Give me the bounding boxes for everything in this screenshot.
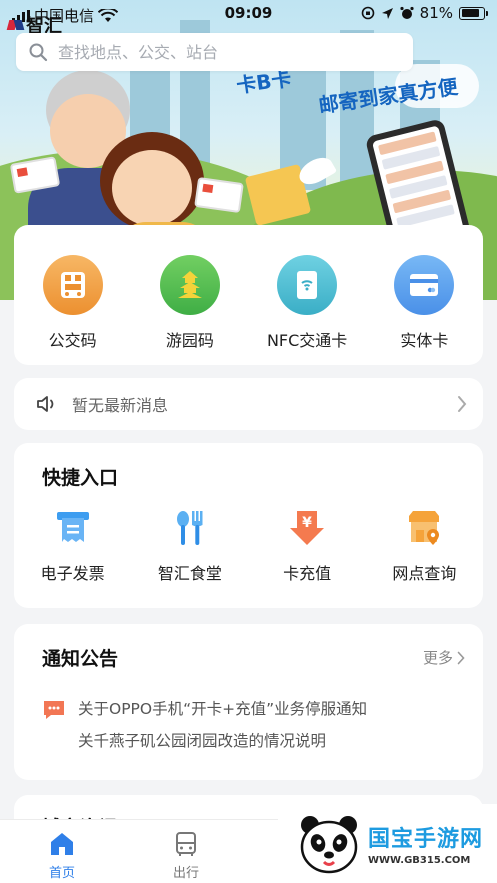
girl-face-illustration [112,150,192,226]
battery-percent: 81% [419,4,453,22]
service-park-code[interactable]: 游园码 [135,255,245,365]
watermark-url: WWW.GB315.COM [368,855,471,866]
service-label: 游园码 [165,331,214,350]
home-icon [51,833,73,855]
status-right: 81% [361,4,488,22]
card-illustration [194,176,244,214]
quick-invoice[interactable]: 电子发票 [18,506,128,584]
tab-travel[interactable]: 出行 [156,830,216,881]
store-location-icon [402,506,446,550]
notice-item[interactable]: 关千燕子矶公园闭园改造的情况说明 [78,725,465,757]
section-title: 通知公告 [42,648,119,670]
quick-entry-card: 快捷入口 电子发票 智汇食堂 ¥ 卡充值 网点查询 [14,443,483,608]
tab-label: 出行 [172,866,199,881]
status-bar: 中国电信 09:09 81% [0,0,497,30]
search-icon [29,43,48,62]
spoon-fork-icon [168,506,212,550]
service-label: 实体卡 [400,331,449,350]
search-input[interactable] [58,42,388,62]
service-label: NFC交通卡 [266,331,348,350]
bus-icon [176,832,196,856]
tab-home[interactable]: 首页 [32,830,92,881]
service-nfc-card[interactable]: NFC交通卡 [252,255,362,365]
logo-mark-icon [8,18,24,32]
service-physical-card[interactable]: 实体卡 [369,255,479,365]
section-title: 快捷入口 [42,467,119,489]
watermark-title: 国宝手游网 [368,827,484,852]
service-bus-code[interactable]: 公交码 [18,255,128,365]
svg-text:¥: ¥ [302,515,312,531]
speaker-icon [37,396,54,412]
quick-label: 网点查询 [392,564,457,583]
bus-qr-icon [42,255,103,315]
message-icon [44,701,64,719]
search-bar[interactable] [16,33,413,71]
location-arrow-icon [381,7,393,19]
panda-logo-icon [300,815,358,873]
receipt-icon [51,506,95,550]
recharge-icon: ¥ [285,506,329,550]
more-label: 更多 [422,649,453,667]
battery-icon [459,6,488,20]
quick-label: 卡充值 [283,564,332,583]
chevron-right-icon [458,396,467,412]
notice-card: 通知公告 更多 关于OPPO手机“开卡+充值”业务停服通知 关千燕子矶公园闭园改… [14,624,483,780]
alarm-icon [400,6,414,19]
quick-label: 智汇食堂 [157,564,222,583]
tab-label: 首页 [48,866,75,881]
news-ticker[interactable]: 暂无最新消息 [14,378,483,430]
more-link[interactable]: 更多 [423,647,465,668]
chevron-right-icon [457,651,465,664]
notice-item[interactable]: 关于OPPO手机“开卡+充值”业务停服通知 [78,693,465,725]
card-icon [394,255,455,315]
quick-recharge[interactable]: ¥ 卡充值 [252,506,362,584]
watermark: 国宝手游网 WWW.GB315.COM [278,804,497,883]
service-label: 公交码 [48,331,97,350]
news-text: 暂无最新消息 [72,396,169,415]
quick-label: 电子发票 [40,564,105,583]
pagoda-icon [159,255,220,315]
quick-outlets[interactable]: 网点查询 [369,506,479,584]
quick-canteen[interactable]: 智汇食堂 [135,506,245,584]
rotation-lock-icon [361,6,374,20]
services-card: 公交码 游园码 NFC交通卡 实体卡 [14,225,483,365]
nfc-phone-icon [277,255,338,315]
